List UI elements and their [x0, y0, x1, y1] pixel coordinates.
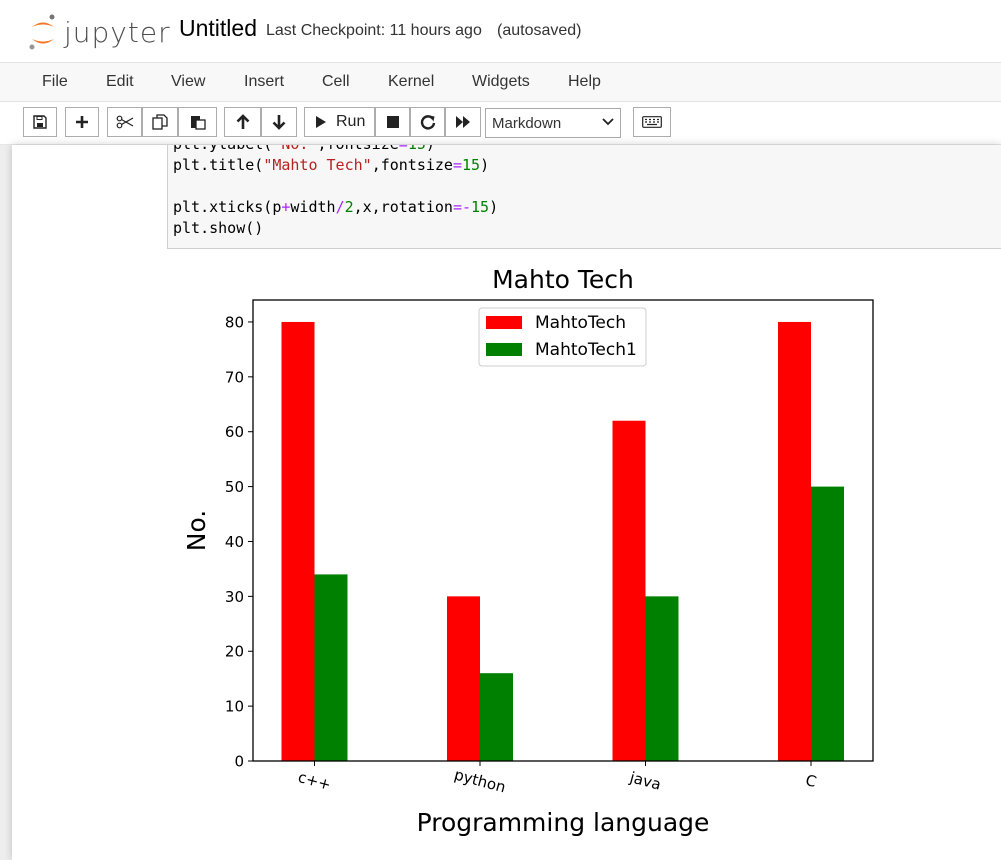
paste-icon — [190, 116, 206, 130]
copy-button[interactable] — [142, 107, 178, 137]
y-tick-label: 50 — [225, 478, 244, 496]
cut-icon — [116, 115, 133, 129]
fast-forward-icon — [456, 116, 470, 128]
bar-mahtotech-python — [447, 596, 480, 761]
y-tick-label: 60 — [225, 423, 244, 441]
y-axis-label: No. — [182, 510, 211, 552]
y-tick-label: 0 — [234, 753, 244, 771]
run-button[interactable]: Run — [304, 107, 375, 137]
legend-swatch — [486, 343, 522, 356]
menubar: File Edit View Insert Cell Kernel Widget… — [0, 62, 1001, 102]
arrow-up-icon — [236, 114, 249, 129]
cut-button[interactable] — [107, 107, 142, 137]
insert-cell-button[interactable] — [65, 107, 99, 137]
checkpoint-status: Last Checkpoint: 11 hours ago — [266, 22, 482, 39]
paste-button[interactable] — [178, 107, 217, 137]
menu-cell[interactable]: Cell — [322, 73, 350, 91]
interrupt-button[interactable] — [375, 107, 410, 137]
run-icon — [316, 116, 326, 128]
stop-icon — [386, 116, 399, 128]
legend-label: MahtoTech1 — [535, 340, 637, 360]
restart-run-all-button[interactable] — [445, 107, 481, 137]
plus-icon — [76, 116, 88, 128]
x-tick-label: c++ — [296, 768, 333, 794]
logo-text: jupyter — [64, 16, 171, 49]
notebook-name[interactable]: Untitled — [179, 15, 257, 42]
menu-edit[interactable]: Edit — [106, 73, 134, 91]
bar-mahtotech1-cpp — [314, 574, 348, 761]
save-button[interactable] — [23, 107, 57, 137]
move-up-button[interactable] — [224, 107, 261, 137]
bar-mahtotech1-python — [480, 673, 513, 761]
y-tick-label: 10 — [225, 698, 244, 716]
restart-icon — [420, 115, 435, 130]
menu-view[interactable]: View — [171, 73, 205, 91]
legend-swatch — [486, 316, 522, 329]
x-axis-label: Programming language — [417, 808, 710, 837]
arrow-down-icon — [272, 115, 286, 130]
menu-insert[interactable]: Insert — [244, 73, 284, 91]
run-label: Run — [336, 113, 366, 130]
copy-icon — [152, 114, 168, 130]
bar-mahtotech-cpp — [281, 321, 315, 761]
save-icon — [33, 115, 47, 129]
bar-mahtotech1-java — [645, 596, 679, 761]
bar-mahtotech-c — [778, 321, 811, 761]
y-tick-label: 80 — [225, 313, 244, 331]
y-tick-label: 40 — [225, 533, 244, 551]
bar-mahtotech1-c — [811, 486, 844, 761]
legend-label: MahtoTech — [535, 313, 626, 333]
keyboard-icon — [642, 116, 662, 128]
menu-widgets[interactable]: Widgets — [472, 73, 530, 91]
menu-help[interactable]: Help — [568, 73, 601, 91]
jupyter-logo-icon — [29, 14, 55, 50]
y-tick-label: 30 — [225, 588, 244, 606]
cell-type-value: Markdown — [492, 115, 562, 132]
x-tick-label: python — [452, 766, 507, 797]
cell-type-select[interactable]: Markdown — [485, 108, 621, 138]
x-tick-label: C — [804, 771, 819, 791]
command-palette-button[interactable] — [633, 107, 671, 137]
header: jupyter Untitled Last Checkpoint: 11 hou… — [0, 0, 1001, 62]
notebook-container: plt.ylabel("No.",fontsize=15)plt.title("… — [12, 145, 1001, 860]
bar-mahtotech-java — [612, 420, 646, 761]
menu-file[interactable]: File — [42, 73, 68, 91]
chevron-down-icon — [602, 118, 614, 126]
autosave-status: (autosaved) — [497, 22, 582, 39]
y-tick-label: 70 — [225, 368, 244, 386]
chart-title: Mahto Tech — [492, 265, 634, 294]
restart-button[interactable] — [410, 107, 445, 137]
menu-kernel[interactable]: Kernel — [388, 73, 434, 91]
chart-output: 0 10 20 30 40 50 60 70 80 c++ python java C Mahto Tec… — [182, 265, 874, 837]
move-down-button[interactable] — [261, 107, 297, 137]
jupyter-logo[interactable]: jupyter — [28, 12, 170, 52]
x-tick-label: java — [627, 768, 663, 794]
y-tick-label: 20 — [225, 643, 244, 661]
